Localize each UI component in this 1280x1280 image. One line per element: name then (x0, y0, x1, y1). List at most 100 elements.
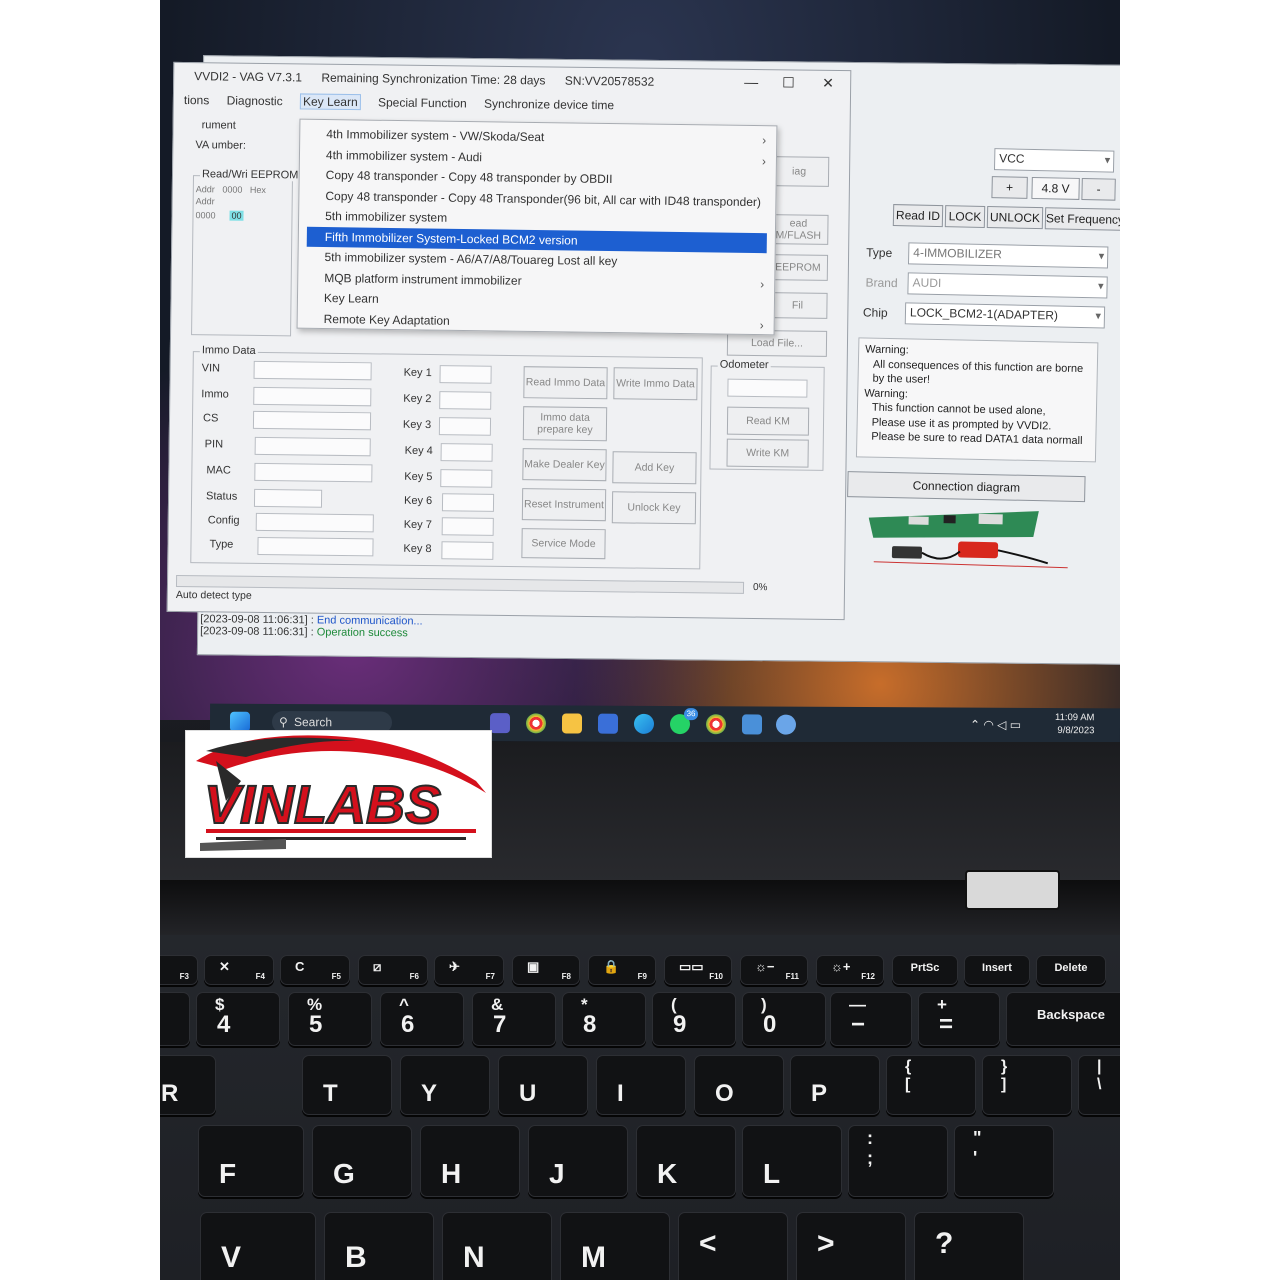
vin-field[interactable] (253, 360, 372, 381)
key-bracket-left[interactable]: { [ (886, 1055, 976, 1115)
key-b[interactable]: B (324, 1212, 434, 1280)
config-field[interactable] (255, 512, 374, 533)
add-key-button[interactable]: Add Key (612, 451, 697, 485)
write-immo-data-button[interactable]: Write Immo Data (613, 367, 698, 401)
chip-select[interactable]: LOCK_BCM2-1(ADAPTER) (904, 302, 1106, 329)
menu-options[interactable]: tions (184, 93, 210, 107)
menu-diagnostic[interactable]: Diagnostic (227, 94, 283, 109)
key8-field[interactable] (441, 541, 494, 560)
key-n[interactable]: N (442, 1212, 552, 1280)
key-f6[interactable]: ⧄ F6 (358, 955, 428, 985)
store-icon[interactable] (597, 713, 619, 734)
maximize-icon[interactable]: ☐ (782, 74, 795, 91)
key-7[interactable]: & 7 (472, 992, 556, 1046)
key6-field[interactable] (441, 493, 495, 512)
key4-field[interactable] (440, 443, 493, 462)
key-3[interactable] (160, 992, 190, 1046)
edge-icon[interactable] (633, 713, 655, 734)
system-tray-icons[interactable]: ⌃ ◠ ◁ ▭ (970, 718, 1021, 732)
tool-icon[interactable] (741, 714, 763, 735)
key-g[interactable]: G (312, 1125, 412, 1197)
key-r[interactable]: R (160, 1055, 216, 1115)
minimize-icon[interactable]: — (744, 74, 758, 90)
start-icon[interactable] (229, 711, 251, 732)
key-quote[interactable]: " ' (954, 1125, 1054, 1197)
key-4[interactable]: $4 (196, 992, 280, 1046)
key2-field[interactable] (439, 391, 492, 410)
key-l[interactable]: L (742, 1125, 842, 1197)
type-field[interactable] (257, 536, 374, 557)
tab-set-frequency[interactable]: Set Frequency (1044, 207, 1120, 231)
taskbar-clock[interactable]: 11:09 AM 9/8/2023 (1055, 711, 1095, 737)
key-comma[interactable]: < (678, 1212, 788, 1280)
unlock-key-button[interactable]: Unlock Key (611, 491, 697, 525)
key-y[interactable]: Y (400, 1055, 490, 1115)
key-minus[interactable]: — − (830, 992, 912, 1046)
key5-field[interactable] (440, 469, 493, 488)
key-f10[interactable]: ▭▭ F10 (664, 955, 732, 985)
key-8[interactable]: * 8 (562, 992, 646, 1046)
key-f9[interactable]: 🔒 F9 (588, 955, 656, 985)
key-0[interactable]: ) 0 (742, 992, 826, 1046)
connection-diagram-button[interactable]: Connection diagram (847, 471, 1086, 503)
immo-prepare-key-button[interactable]: Immo data prepare key (522, 406, 608, 442)
row-value[interactable]: 00 (229, 210, 244, 221)
menu-key-learn[interactable]: Key Learn (299, 93, 361, 111)
reset-instrument-button[interactable]: Reset Instrument (521, 488, 607, 522)
key-j[interactable]: J (528, 1125, 628, 1197)
key-u[interactable]: U (498, 1055, 588, 1115)
key3-field[interactable] (438, 417, 492, 436)
cs-field[interactable] (252, 410, 372, 431)
odometer-field[interactable] (727, 378, 808, 398)
read-immo-data-button[interactable]: Read Immo Data (523, 366, 608, 400)
type-select[interactable]: 4-IMMOBILIZER (907, 242, 1109, 269)
key-o[interactable]: O (694, 1055, 784, 1115)
status-field[interactable] (253, 488, 323, 508)
key-slash[interactable]: ? (914, 1212, 1024, 1280)
service-mode-button[interactable]: Service Mode (521, 528, 606, 560)
key-backslash[interactable]: | \ (1078, 1055, 1120, 1115)
key-v[interactable]: V (200, 1212, 316, 1280)
key-f5[interactable]: C F5 (280, 955, 350, 985)
key-5[interactable]: % 5 (288, 992, 372, 1046)
mac-field[interactable] (254, 462, 373, 483)
key-f7[interactable]: ✈ F7 (434, 955, 504, 985)
key-9[interactable]: (9 (652, 992, 736, 1046)
write-km-button[interactable]: Write KM (726, 438, 809, 468)
voltage-plus-button[interactable]: + (991, 176, 1028, 199)
pin-field[interactable] (254, 436, 371, 457)
vcc-select[interactable]: VCC (993, 148, 1115, 173)
menu-special-function[interactable]: Special Function (378, 95, 467, 110)
key-semicolon[interactable]: : ; (848, 1125, 948, 1197)
key-h[interactable]: H (420, 1125, 520, 1197)
key-p[interactable]: P (790, 1055, 880, 1115)
key-prtsc[interactable]: PrtSc (892, 955, 958, 985)
file-button[interactable]: Fil (767, 292, 828, 319)
key-bracket-right[interactable]: } ] (982, 1055, 1072, 1115)
read-km-button[interactable]: Read KM (726, 406, 810, 436)
key-period[interactable]: > (796, 1212, 906, 1280)
key-f3[interactable]: F3 (160, 955, 198, 985)
key-f11[interactable]: ☼− F11 (740, 955, 808, 985)
key-i[interactable]: I (596, 1055, 686, 1115)
key-6[interactable]: ^ 6 (380, 992, 464, 1046)
vvdi-app-icon[interactable] (775, 714, 797, 735)
key7-field[interactable] (441, 517, 494, 536)
key-f4[interactable]: ✕ F4 (204, 955, 274, 985)
close-icon[interactable]: ✕ (822, 75, 834, 92)
key-backspace[interactable]: Backspace (1006, 992, 1120, 1046)
tab-unlock[interactable]: UNLOCK (986, 206, 1044, 230)
eeprom-button[interactable]: EEPROM (767, 254, 829, 281)
key-f[interactable]: F (198, 1125, 304, 1197)
key-k[interactable]: K (636, 1125, 736, 1197)
read-flash-button[interactable]: ead M/FLASH (768, 214, 829, 245)
make-dealer-key-button[interactable]: Make Dealer Key (522, 448, 607, 482)
key-f12[interactable]: ☼+ F12 (816, 955, 884, 985)
chrome-icon[interactable] (525, 713, 547, 734)
key-m[interactable]: M (560, 1212, 670, 1280)
key-t[interactable]: T (302, 1055, 392, 1115)
diag-button[interactable]: iag (768, 156, 830, 187)
key-insert[interactable]: Insert (964, 955, 1030, 985)
brand-select[interactable]: AUDI (907, 272, 1108, 299)
key-f8[interactable]: ▣ F8 (512, 955, 580, 985)
